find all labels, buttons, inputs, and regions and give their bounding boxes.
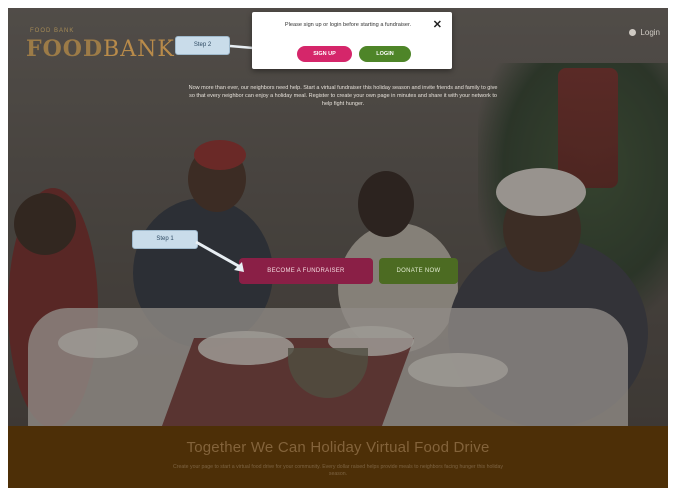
logo-tagline: FOOD BANK bbox=[30, 28, 75, 34]
user-icon bbox=[629, 29, 637, 36]
step1-arrow-icon bbox=[195, 240, 244, 272]
modal-overlay[interactable] bbox=[8, 8, 668, 488]
login-required-modal: Please sign up or login before starting … bbox=[252, 12, 452, 69]
signup-button[interactable]: SIGN UP bbox=[297, 46, 352, 62]
band-subtitle: Create your page to start a virtual food… bbox=[172, 464, 504, 477]
step2-callout: Step 2 bbox=[175, 36, 230, 55]
band-title: Together We Can Holiday Virtual Food Dri… bbox=[186, 439, 490, 456]
header-login-label: Login bbox=[640, 28, 660, 37]
site-logo[interactable]: FOOD BANK FOODBANK bbox=[26, 26, 174, 66]
logo-word: FOOD bbox=[26, 36, 104, 62]
page-screenshot: FOOD BANK FOODBANK Login Now more than e… bbox=[8, 8, 668, 488]
close-icon[interactable]: ✕ bbox=[433, 18, 442, 31]
donate-now-button[interactable]: DONATE NOW bbox=[379, 258, 458, 284]
login-button[interactable]: LOGIN bbox=[359, 46, 411, 62]
hero-intro-text: Now more than ever, our neighbors need h… bbox=[188, 85, 498, 107]
become-fundraiser-button[interactable]: BECOME A FUNDRAISER bbox=[239, 258, 373, 284]
header-login-link[interactable]: Login bbox=[629, 28, 660, 37]
step1-callout: Step 1 bbox=[132, 230, 198, 249]
modal-message: Please sign up or login before starting … bbox=[284, 22, 412, 28]
logo-word-accent: BANK bbox=[103, 37, 175, 62]
footer-band: Together We Can Holiday Virtual Food Dri… bbox=[8, 426, 668, 488]
logo-wordmark: FOODBANK bbox=[26, 36, 175, 62]
